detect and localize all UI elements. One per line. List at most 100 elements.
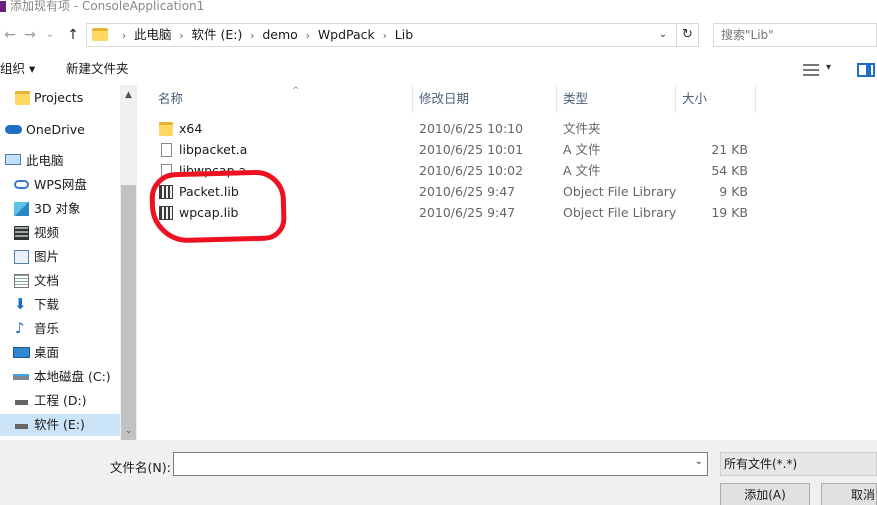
- breadcrumb: › 此电脑 › 软件 (E:) › demo › WpdPack › Lib: [114, 24, 413, 46]
- sidebar-item-label: 视频: [34, 225, 60, 240]
- breadcrumb-item-drive-e[interactable]: 软件 (E:): [192, 24, 243, 46]
- breadcrumb-separator: ›: [122, 31, 126, 42]
- sidebar-item-label: OneDrive: [26, 122, 85, 137]
- file-type: Object File Library: [563, 184, 677, 199]
- forward-arrow-icon[interactable]: →: [20, 25, 40, 45]
- download-icon: ⬇: [14, 295, 27, 313]
- breadcrumb-separator: ›: [179, 31, 184, 42]
- up-arrow-icon[interactable]: ↑: [63, 25, 83, 45]
- sidebar-item-wps-cloud[interactable]: WPS网盘: [0, 174, 120, 196]
- filetype-select[interactable]: 所有文件(*.*): [720, 452, 877, 476]
- sidebar-item-documents[interactable]: 文档: [0, 270, 120, 292]
- sidebar-item-3d-objects[interactable]: 3D 对象: [0, 198, 120, 220]
- sidebar-item-label: 本地磁盘 (C:): [34, 369, 111, 384]
- breadcrumb-item-lib[interactable]: Lib: [395, 24, 413, 46]
- file-size: 19 KB: [711, 205, 748, 220]
- breadcrumb-item-this-pc[interactable]: 此电脑: [134, 24, 172, 46]
- address-bar[interactable]: › 此电脑 › 软件 (E:) › demo › WpdPack › Lib ⌄ ↻: [86, 23, 699, 47]
- column-header-size[interactable]: 大小: [676, 85, 756, 113]
- sidebar-item-label: WPS网盘: [34, 177, 87, 192]
- navigation-scrollbar[interactable]: ▲ ⌄: [120, 85, 137, 450]
- cancel-button[interactable]: 取消: [821, 483, 877, 505]
- organize-button[interactable]: 组织 ▾: [0, 61, 35, 77]
- recent-locations-icon[interactable]: ⌄: [40, 25, 60, 45]
- picture-icon: [14, 250, 29, 264]
- sidebar-item-projects[interactable]: Projects: [0, 87, 120, 109]
- cloud-icon: [14, 180, 29, 189]
- add-button[interactable]: 添加(A): [720, 483, 810, 505]
- sidebar-item-label: 图片: [34, 249, 60, 264]
- file-date: 2010/6/25 9:47: [419, 205, 516, 220]
- new-folder-button[interactable]: 新建文件夹: [66, 61, 129, 77]
- file-name: libpacket.a: [179, 142, 248, 157]
- breadcrumb-separator: ›: [382, 31, 387, 42]
- list-item[interactable]: libpacket.a 2010/6/25 10:01 A 文件 21 KB: [137, 139, 877, 160]
- filename-label: 文件名(N):: [110, 460, 171, 475]
- file-icon: [161, 143, 172, 157]
- column-header-name[interactable]: 名称 ^: [152, 85, 413, 113]
- sidebar-item-label: 下载: [34, 297, 60, 312]
- drive-icon: [15, 400, 28, 405]
- red-highlight-annotation: [149, 169, 287, 244]
- cube-icon: [14, 202, 29, 216]
- breadcrumb-item-demo[interactable]: demo: [262, 24, 297, 46]
- scroll-down-icon[interactable]: ⌄: [120, 423, 137, 439]
- sidebar-item-this-pc[interactable]: 此电脑: [0, 150, 120, 172]
- preview-pane-icon[interactable]: [857, 63, 875, 77]
- column-header-date[interactable]: 修改日期: [413, 85, 557, 113]
- breadcrumb-separator: ›: [305, 31, 310, 42]
- sidebar-item-videos[interactable]: 视频: [0, 222, 120, 244]
- search-box[interactable]: [713, 23, 877, 47]
- file-type: A 文件: [563, 142, 601, 157]
- sidebar-item-label: 桌面: [34, 345, 60, 360]
- window-title: 添加现有项 - ConsoleApplication1: [10, 0, 205, 13]
- sidebar-item-label: 软件 (E:): [34, 417, 85, 432]
- file-name: x64: [179, 121, 203, 136]
- computer-icon: [5, 154, 21, 165]
- filename-combobox[interactable]: ⌄: [173, 452, 708, 476]
- breadcrumb-separator: ›: [250, 31, 255, 42]
- sidebar-item-label: 此电脑: [26, 153, 64, 168]
- document-icon: [14, 274, 29, 288]
- filename-input[interactable]: [174, 453, 684, 475]
- visual-studio-icon: [0, 1, 6, 12]
- scrollbar-thumb[interactable]: [121, 185, 136, 450]
- video-icon: [14, 226, 29, 240]
- sidebar-item-onedrive[interactable]: OneDrive: [0, 119, 120, 141]
- scroll-up-icon[interactable]: ▲: [120, 87, 137, 103]
- drive-icon: [13, 374, 29, 380]
- list-item[interactable]: x64 2010/6/25 10:10 文件夹: [137, 118, 877, 139]
- chevron-down-icon[interactable]: ⌄: [654, 26, 672, 44]
- file-type: Object File Library: [563, 205, 677, 220]
- sidebar-item-pictures[interactable]: 图片: [0, 246, 120, 268]
- sidebar-item-music[interactable]: ♪ 音乐: [0, 318, 120, 340]
- sidebar-item-label: 3D 对象: [34, 201, 81, 216]
- sidebar-item-drive-d[interactable]: 工程 (D:): [0, 390, 120, 412]
- music-icon: ♪: [15, 319, 25, 337]
- file-size: 54 KB: [711, 163, 748, 178]
- chevron-down-icon[interactable]: ⌄: [695, 456, 703, 467]
- file-date: 2010/6/25 10:01: [419, 142, 524, 157]
- file-size: 21 KB: [711, 142, 748, 157]
- column-name-label: 名称: [158, 91, 184, 106]
- command-bar: 组织 ▾ 新建文件夹 ▾: [0, 56, 877, 84]
- refresh-icon[interactable]: ↻: [676, 24, 698, 46]
- view-options-icon[interactable]: [803, 64, 819, 76]
- sidebar-item-drive-e[interactable]: 软件 (E:): [0, 414, 120, 436]
- sidebar-item-desktop[interactable]: 桌面: [0, 342, 120, 364]
- sidebar-item-label: 音乐: [34, 321, 60, 336]
- column-header-type[interactable]: 类型: [557, 85, 676, 113]
- breadcrumb-item-wpdpack[interactable]: WpdPack: [318, 24, 375, 46]
- sidebar-item-drive-c[interactable]: 本地磁盘 (C:): [0, 366, 120, 388]
- drive-icon: [15, 424, 28, 429]
- sidebar-item-downloads[interactable]: ⬇ 下载: [0, 294, 120, 316]
- desktop-icon: [13, 347, 30, 358]
- file-date: 2010/6/25 10:02: [419, 163, 524, 178]
- sort-ascending-icon: ^: [292, 86, 300, 96]
- search-input[interactable]: [714, 24, 876, 46]
- back-arrow-icon[interactable]: ←: [0, 25, 20, 45]
- cloud-icon: [5, 125, 22, 134]
- folder-icon: [159, 122, 173, 136]
- sidebar-item-label: Projects: [34, 90, 84, 105]
- chevron-down-icon[interactable]: ▾: [826, 62, 831, 73]
